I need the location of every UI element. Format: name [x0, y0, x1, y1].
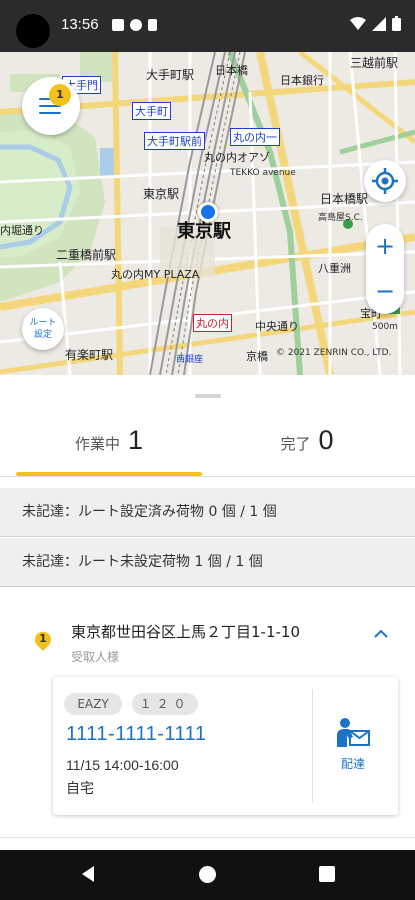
- drag-handle[interactable]: [195, 394, 221, 398]
- map-label: 二重橋前駅: [56, 248, 117, 262]
- tab-in-progress[interactable]: 作業中 1: [16, 425, 202, 473]
- tab-count: 1: [127, 425, 144, 455]
- time-slot: 11/15 14:00-16:00: [66, 757, 179, 773]
- map-label: 京橋: [246, 350, 268, 363]
- map-label: 中央通り: [255, 320, 299, 333]
- map-label: 内堀通り: [0, 224, 44, 237]
- divider: [0, 476, 415, 477]
- status-time: 13:56: [61, 16, 99, 33]
- menu-badge: 1: [49, 84, 71, 106]
- delivery-address-row[interactable]: 1 東京都世田谷区上馬２丁目1-1-10 受取人様: [0, 610, 415, 680]
- map-label: 丸の内: [193, 314, 232, 332]
- summary-route-set: 未記達：ルート設定済み荷物 0 個 / 1 個: [0, 488, 415, 537]
- recent-apps-icon[interactable]: [319, 866, 335, 882]
- map-label: 東京駅: [143, 187, 180, 201]
- front-camera-cutout: [16, 14, 50, 48]
- map-label: 三越前駅: [350, 56, 399, 70]
- map-label: 大手町: [132, 102, 171, 120]
- bottom-sheet: 作業中 1 完了 0 未記達：ルート設定済み荷物 0 個 / 1 個 未記達：ルート…: [0, 375, 415, 850]
- tracking-number[interactable]: 1111-1111-1111: [66, 723, 206, 746]
- carrier-chip: EAZY: [64, 693, 122, 715]
- delivery-address: 東京都世田谷区上馬２丁目1-1-10: [71, 623, 301, 641]
- order-number: 1: [39, 632, 47, 645]
- sim-card-icon: [148, 19, 157, 31]
- status-bar: 13:56: [0, 0, 415, 52]
- map-label: 大手町駅: [146, 68, 195, 82]
- map-label: 有楽町駅: [65, 348, 114, 362]
- map-scale: 500m: [372, 322, 398, 332]
- recipient-name: 受取人様: [71, 650, 120, 664]
- divider: [0, 837, 415, 838]
- my-location-icon: [372, 168, 398, 194]
- my-location-button[interactable]: [364, 160, 406, 202]
- route-settings-button[interactable]: ルート 設定: [22, 308, 64, 350]
- tab-label: 完了: [280, 435, 311, 453]
- menu-button[interactable]: [22, 77, 80, 135]
- size-chip: １２０: [132, 693, 198, 715]
- map-label: 大手町駅前: [144, 132, 205, 150]
- notification-icon: [130, 19, 142, 31]
- current-location-marker: [198, 202, 218, 222]
- navigation-bar: [0, 850, 415, 900]
- map-label: 八重洲: [318, 262, 351, 275]
- notification-icons: [112, 19, 157, 31]
- cellular-signal-icon: [372, 16, 386, 31]
- map-label: 日本橋: [215, 64, 248, 77]
- map-label: 丸の内MY PLAZA: [111, 268, 200, 281]
- map-label: TEKKO avenue: [230, 168, 296, 178]
- zoom-in-button[interactable]: +: [366, 226, 404, 266]
- map-label: 日本銀行: [280, 74, 324, 87]
- tab-completed[interactable]: 完了 0: [214, 425, 400, 473]
- back-icon[interactable]: [80, 865, 96, 883]
- chevron-up-icon[interactable]: [374, 624, 388, 643]
- delivery-place: 自宅: [66, 781, 94, 797]
- deliver-label: 配達: [340, 757, 365, 771]
- map-label: 日本橋駅: [320, 192, 369, 206]
- map-label: 丸の内一: [230, 128, 280, 146]
- map-label: 高島屋S.C.: [318, 213, 363, 223]
- zoom-controls: + −: [366, 224, 404, 314]
- route-button-label: 設定: [33, 330, 52, 340]
- map-label: 丸の内オアゾ: [204, 151, 270, 164]
- wifi-icon: [350, 16, 366, 30]
- system-icons: [350, 16, 401, 31]
- divider: [312, 689, 313, 803]
- notification-icon: [112, 19, 124, 31]
- route-button-label: ルート: [29, 318, 57, 328]
- zoom-out-button[interactable]: −: [366, 271, 404, 311]
- tab-label: 作業中: [74, 435, 120, 453]
- battery-icon: [392, 16, 401, 31]
- home-icon[interactable]: [199, 866, 216, 883]
- map-copyright: © 2021 ZENRIN CO., LTD.: [276, 348, 392, 358]
- summary-route-unset: 未記達：ルート未設定荷物 1 個 / 1 個: [0, 538, 415, 587]
- delivery-person-icon: [337, 718, 370, 747]
- package-card[interactable]: EAZY １２０ 1111-1111-1111 11/15 14:00-16:0…: [53, 677, 398, 815]
- tab-count: 0: [318, 425, 334, 455]
- deliver-button[interactable]: 配達: [323, 717, 383, 777]
- map-label: 西銀座: [176, 355, 204, 365]
